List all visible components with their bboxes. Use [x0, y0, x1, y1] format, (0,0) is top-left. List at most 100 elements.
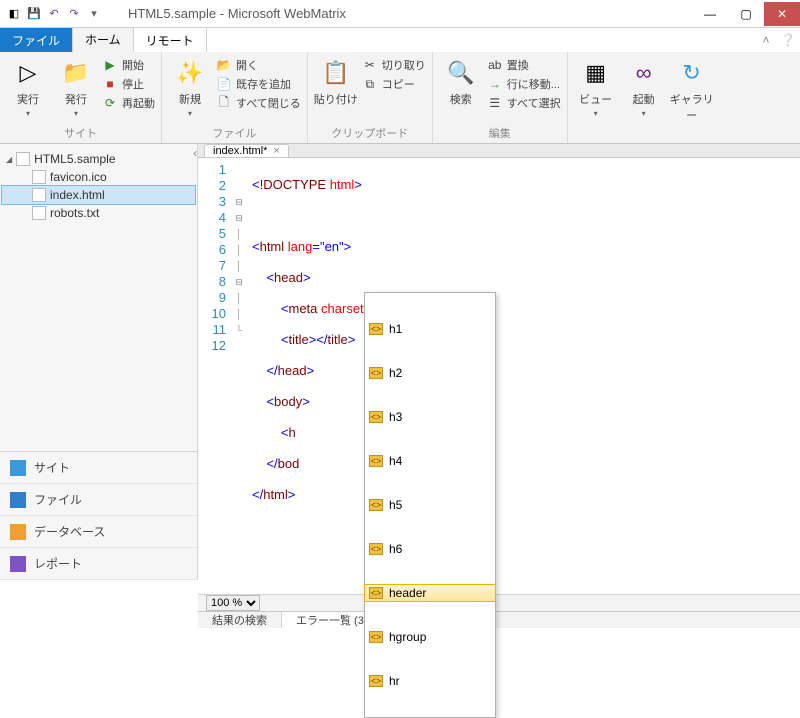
open-icon: 📂	[216, 57, 232, 73]
ac-item-selected[interactable]: <>header	[365, 585, 495, 601]
tab-file[interactable]: ファイル	[0, 28, 73, 52]
minimize-button[interactable]: —	[692, 2, 728, 26]
tab-home[interactable]: ホーム	[73, 28, 134, 52]
group-ext: ▦ビュー▾ ∞起動▾ ↻ギャラリー	[568, 52, 720, 143]
select-all-icon: ☰	[487, 95, 503, 111]
quick-access-toolbar: ◧ 💾 ↶ ↷ ▾	[0, 6, 108, 22]
zoom-select[interactable]: 100 %	[206, 595, 260, 611]
publish-button[interactable]: 📁発行▾	[54, 55, 98, 118]
tag-icon: <>	[369, 675, 383, 687]
replace-button[interactable]: ab置換	[487, 57, 561, 73]
group-edit: 🔍検索 ab置換 →行に移動... ☰すべて選択 編集	[433, 52, 568, 143]
view-button[interactable]: ▦ビュー▾	[574, 55, 618, 118]
group-site: ▷実行▾ 📁発行▾ ▶開始 ■停止 ⟳再起動 サイト	[0, 52, 162, 143]
maximize-button[interactable]: ▢	[728, 2, 764, 26]
file-icon	[32, 206, 46, 220]
ac-item[interactable]: <>h2	[365, 365, 495, 381]
autocomplete-popup: <>h1 <>h2 <>h3 <>h4 <>h5 <>h6 <>header <…	[364, 292, 496, 718]
new-file-icon: ✨	[174, 57, 206, 89]
find-button[interactable]: 🔍検索	[439, 55, 483, 107]
view-icon: ▦	[580, 57, 612, 89]
tag-icon: <>	[369, 587, 383, 599]
cut-icon: ✂	[362, 57, 378, 73]
ribbon-tabs: ファイル ホーム リモート ˄ ❔	[0, 28, 800, 52]
file-icon	[32, 188, 46, 202]
zoom-bar: 100 %	[198, 594, 800, 611]
goto-icon: →	[487, 76, 503, 92]
tree-item[interactable]: robots.txt	[2, 204, 195, 222]
search-icon: 🔍	[445, 57, 477, 89]
close-button[interactable]: ✕	[764, 2, 800, 26]
tab-search-results[interactable]: 結果の検索	[198, 612, 282, 628]
file-tree: ‹ ◢HTML5.sample favicon.ico index.html r…	[0, 144, 197, 451]
ac-item[interactable]: <>hgroup	[365, 629, 495, 645]
start-icon: ▶	[102, 57, 118, 73]
nav-panes: サイト ファイル データベース レポート	[0, 451, 197, 580]
launch-button[interactable]: ∞起動▾	[622, 55, 666, 118]
paste-button[interactable]: 📋貼り付け	[314, 55, 358, 107]
group-clipboard: 📋貼り付け ✂切り取り ⧉コピー クリップボード	[308, 52, 433, 143]
editor-tabs: index.html*×	[198, 144, 800, 158]
tree-item-selected[interactable]: index.html	[2, 186, 195, 204]
sidebar: ‹ ◢HTML5.sample favicon.ico index.html r…	[0, 144, 198, 580]
sidebar-collapse-icon[interactable]: ‹	[193, 146, 197, 160]
ac-item[interactable]: <>h6	[365, 541, 495, 557]
tag-icon: <>	[369, 323, 383, 335]
tab-remote[interactable]: リモート	[134, 28, 207, 52]
stop-button[interactable]: ■停止	[102, 76, 155, 92]
folder-up-icon: 📁	[60, 57, 92, 89]
ac-item[interactable]: <>h1	[365, 321, 495, 337]
ac-item[interactable]: <>hr	[365, 673, 495, 689]
ac-item[interactable]: <>h5	[365, 497, 495, 513]
line-gutter: 123456789101112	[198, 158, 232, 594]
tag-icon: <>	[369, 367, 383, 379]
help-icon[interactable]: ❔	[776, 28, 800, 52]
restart-button[interactable]: ⟳再起動	[102, 95, 155, 111]
fold-gutter[interactable]: ⊟⊟│││⊟││└	[232, 158, 246, 594]
code-area[interactable]: 123456789101112 ⊟⊟│││⊟││└ <!DOCTYPE html…	[198, 158, 800, 594]
new-button[interactable]: ✨新規▾	[168, 55, 212, 118]
play-icon: ▷	[12, 57, 44, 89]
select-all-button[interactable]: ☰すべて選択	[487, 95, 561, 111]
add-existing-button[interactable]: 📄既存を追加	[216, 76, 301, 92]
files-icon	[10, 492, 26, 508]
home-icon	[10, 460, 26, 476]
ac-item[interactable]: <>h3	[365, 409, 495, 425]
nav-file[interactable]: ファイル	[0, 484, 197, 516]
gallery-icon: ↻	[676, 57, 708, 89]
start-button[interactable]: ▶開始	[102, 57, 155, 73]
undo-icon[interactable]: ↶	[46, 6, 62, 22]
tag-icon: <>	[369, 455, 383, 467]
close-all-icon: 🗋	[216, 95, 232, 111]
report-icon	[10, 556, 26, 572]
nav-database[interactable]: データベース	[0, 516, 197, 548]
nav-site[interactable]: サイト	[0, 452, 197, 484]
run-button[interactable]: ▷実行▾	[6, 55, 50, 118]
window-title: HTML5.sample - Microsoft WebMatrix	[108, 6, 692, 21]
nav-report[interactable]: レポート	[0, 548, 197, 580]
ac-item[interactable]: <>h4	[365, 453, 495, 469]
group-file: ✨新規▾ 📂開く 📄既存を追加 🗋すべて閉じる ファイル	[162, 52, 308, 143]
goto-button[interactable]: →行に移動...	[487, 76, 561, 92]
title-bar: ◧ 💾 ↶ ↷ ▾ HTML5.sample - Microsoft WebMa…	[0, 0, 800, 28]
save-icon[interactable]: 💾	[26, 6, 42, 22]
tree-item[interactable]: favicon.ico	[2, 168, 195, 186]
copy-icon: ⧉	[362, 76, 378, 92]
tab-close-icon[interactable]: ×	[273, 145, 279, 157]
code-text[interactable]: <!DOCTYPE html> <html lang="en"> <head> …	[246, 158, 800, 594]
gallery-button[interactable]: ↻ギャラリー	[670, 55, 714, 123]
ribbon-collapse-icon[interactable]: ˄	[756, 28, 776, 52]
editor-tab[interactable]: index.html*×	[204, 144, 289, 157]
file-icon	[32, 170, 46, 184]
qat-dropdown-icon[interactable]: ▾	[86, 6, 102, 22]
cut-button[interactable]: ✂切り取り	[362, 57, 426, 73]
redo-icon[interactable]: ↷	[66, 6, 82, 22]
open-button[interactable]: 📂開く	[216, 57, 301, 73]
app-icon: ◧	[6, 6, 22, 22]
tree-root[interactable]: ◢HTML5.sample	[2, 150, 195, 168]
restart-icon: ⟳	[102, 95, 118, 111]
database-icon	[10, 524, 26, 540]
close-all-button[interactable]: 🗋すべて閉じる	[216, 95, 301, 111]
tag-icon: <>	[369, 543, 383, 555]
copy-button[interactable]: ⧉コピー	[362, 76, 426, 92]
